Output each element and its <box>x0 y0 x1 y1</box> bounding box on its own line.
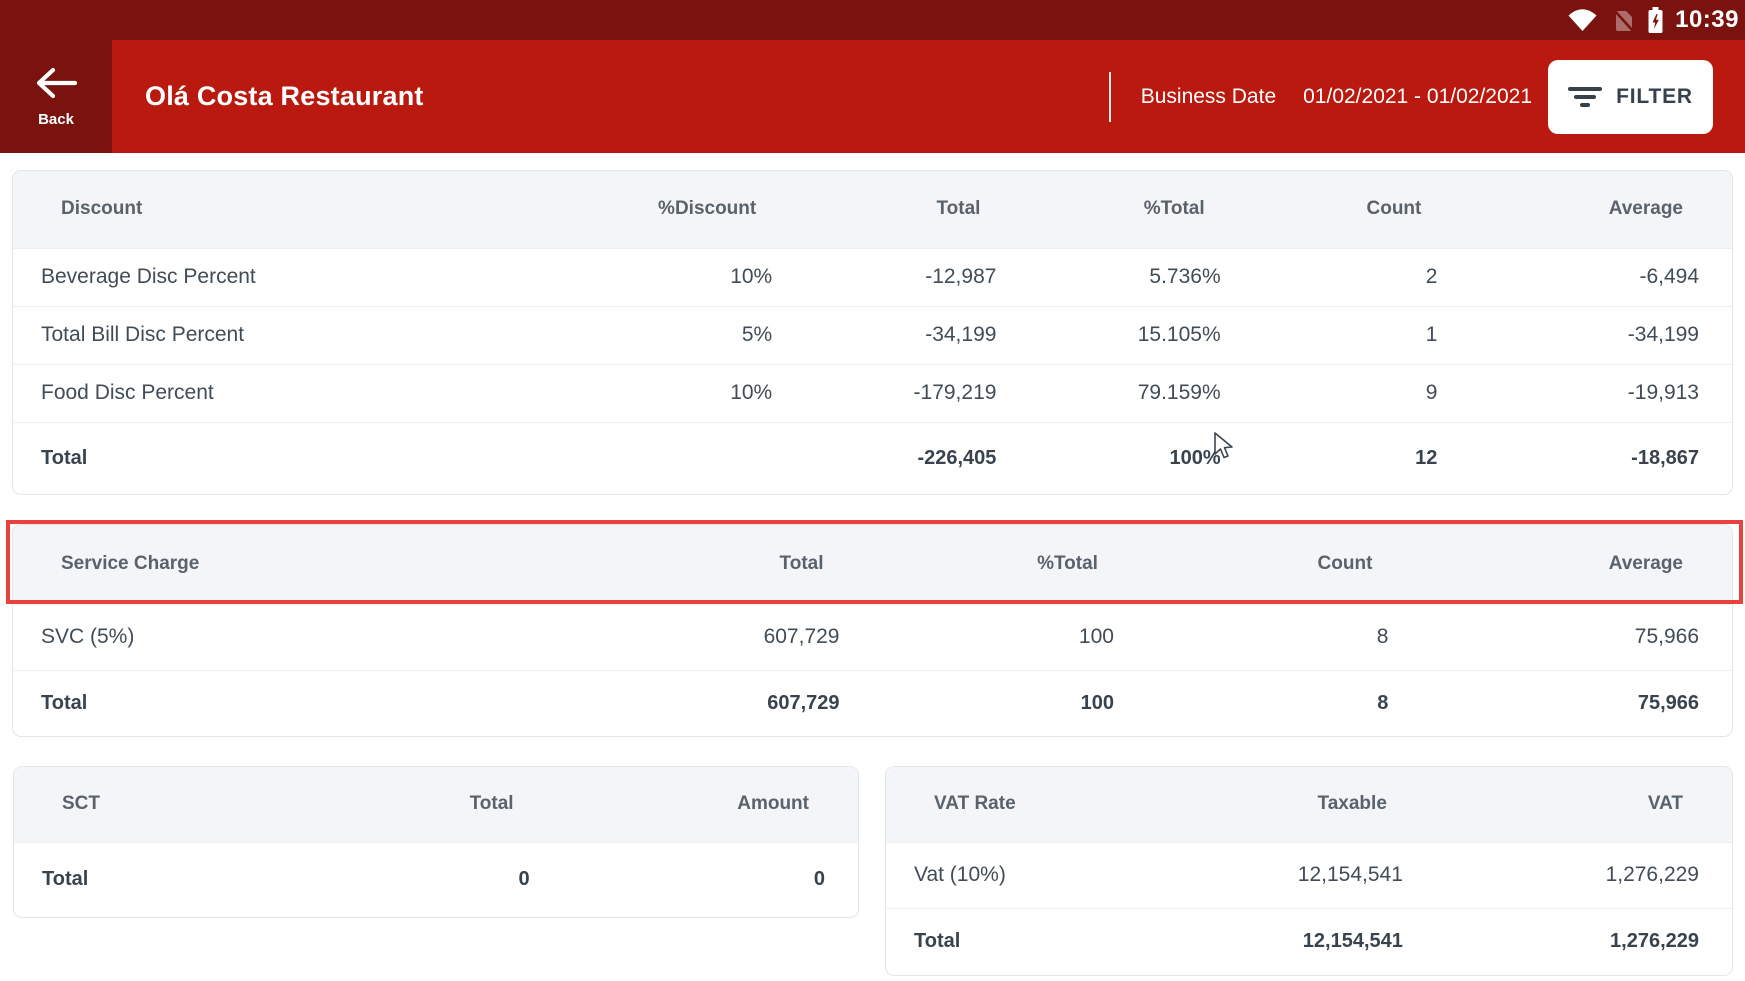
header-row: Discount%DiscountTotal%TotalCountAverage <box>13 171 1732 248</box>
cell: Total <box>13 422 581 494</box>
service-charge-table-card: Service ChargeTotal%TotalCountAverageSVC… <box>12 524 1733 737</box>
cell: 1,276,229 <box>1436 908 1732 975</box>
cell <box>581 422 805 494</box>
column-header: Total <box>352 767 563 842</box>
cell: 8 <box>1147 604 1421 670</box>
cell: 79.159% <box>1029 364 1253 422</box>
column-header: Average <box>1421 525 1732 604</box>
cell: 100 <box>873 604 1147 670</box>
cell: 1 <box>1254 306 1471 364</box>
service-charge-table: Service ChargeTotal%TotalCountAverageSVC… <box>13 525 1732 736</box>
business-date-label: Business Date <box>1141 85 1276 109</box>
table-row: Vat (10%)12,154,5411,276,229 <box>886 842 1732 908</box>
total-row: Total607,729100875,966 <box>13 670 1732 736</box>
column-header: %Discount <box>581 171 805 248</box>
column-header: Taxable <box>1182 767 1436 842</box>
header-row: SCTTotalAmount <box>14 767 858 842</box>
business-date-value: 01/02/2021 - 01/02/2021 <box>1303 85 1532 109</box>
app-screen: 10:39 Back Olá Costa Restaurant Business… <box>0 0 1745 981</box>
cell: 8 <box>1147 670 1421 736</box>
cell: 75,966 <box>1421 604 1732 670</box>
total-row: Total12,154,5411,276,229 <box>886 908 1732 975</box>
sim-off-icon <box>1609 7 1636 34</box>
table-row: Food Disc Percent10%-179,21979.159%9-19,… <box>13 364 1732 422</box>
cell: 2 <box>1254 248 1471 306</box>
cell: -226,405 <box>805 422 1029 494</box>
header-row: VAT RateTaxableVAT <box>886 767 1732 842</box>
column-header: SCT <box>14 767 352 842</box>
cell: 12,154,541 <box>1182 842 1436 908</box>
cell: -34,199 <box>805 306 1029 364</box>
column-header: Discount <box>13 171 581 248</box>
status-bar: 10:39 <box>0 0 1745 40</box>
column-header: Total <box>591 525 873 604</box>
cell: -179,219 <box>805 364 1029 422</box>
header-divider <box>1109 72 1111 122</box>
cell: 15.105% <box>1029 306 1253 364</box>
cell: Beverage Disc Percent <box>13 248 581 306</box>
battery-charging-icon <box>1647 6 1664 34</box>
column-header: Average <box>1470 171 1732 248</box>
cell: -19,913 <box>1470 364 1732 422</box>
cell: 75,966 <box>1421 670 1732 736</box>
cell: Total <box>13 670 591 736</box>
app-bar-main: Olá Costa Restaurant Business Date 01/02… <box>112 40 1745 153</box>
page-title: Olá Costa Restaurant <box>145 81 424 112</box>
cell: 5.736% <box>1029 248 1253 306</box>
cell: 100% <box>1029 422 1253 494</box>
total-row: Total00 <box>14 842 858 917</box>
cell: 9 <box>1254 364 1471 422</box>
column-header: %Total <box>1029 171 1253 248</box>
cell: 12 <box>1254 422 1471 494</box>
cell: 0 <box>352 842 563 917</box>
cell: -12,987 <box>805 248 1029 306</box>
wifi-icon <box>1567 7 1598 33</box>
cell: Total <box>14 842 352 917</box>
column-header: VAT <box>1436 767 1732 842</box>
column-header: Total <box>805 171 1029 248</box>
cell: 0 <box>563 842 858 917</box>
filter-button[interactable]: FILTER <box>1548 60 1713 134</box>
total-row: Total -226,405100%12-18,867 <box>13 422 1732 494</box>
column-header: %Total <box>873 525 1147 604</box>
table-row: SVC (5%)607,729100875,966 <box>13 604 1732 670</box>
column-header: Count <box>1254 171 1471 248</box>
cell: Total <box>886 908 1182 975</box>
cell: Total Bill Disc Percent <box>13 306 581 364</box>
column-header: Amount <box>563 767 858 842</box>
header-row: Service ChargeTotal%TotalCountAverage <box>13 525 1732 604</box>
cell: 607,729 <box>591 670 873 736</box>
column-header: Count <box>1147 525 1421 604</box>
sct-table: SCTTotalAmountTotal00 <box>14 767 858 917</box>
cell: 607,729 <box>591 604 873 670</box>
column-header: VAT Rate <box>886 767 1182 842</box>
cell: 12,154,541 <box>1182 908 1436 975</box>
cell: -18,867 <box>1470 422 1732 494</box>
cell: Vat (10%) <box>886 842 1182 908</box>
back-button[interactable]: Back <box>0 40 112 153</box>
cell: -6,494 <box>1470 248 1732 306</box>
cell: SVC (5%) <box>13 604 591 670</box>
sct-table-card: SCTTotalAmountTotal00 <box>13 766 859 918</box>
cell: -34,199 <box>1470 306 1732 364</box>
clock: 10:39 <box>1675 8 1739 32</box>
back-arrow-icon <box>33 66 79 100</box>
filter-label: FILTER <box>1616 85 1693 109</box>
cell: 5% <box>581 306 805 364</box>
discount-table-card: Discount%DiscountTotal%TotalCountAverage… <box>12 170 1733 495</box>
back-label: Back <box>38 112 74 127</box>
vat-table-card: VAT RateTaxableVATVat (10%)12,154,5411,2… <box>885 766 1733 976</box>
cell: 100 <box>873 670 1147 736</box>
discount-table: Discount%DiscountTotal%TotalCountAverage… <box>13 171 1732 494</box>
filter-icon <box>1568 84 1602 110</box>
table-row: Total Bill Disc Percent5%-34,19915.105%1… <box>13 306 1732 364</box>
cell: 10% <box>581 364 805 422</box>
cell: Food Disc Percent <box>13 364 581 422</box>
cell: 10% <box>581 248 805 306</box>
column-header: Service Charge <box>13 525 591 604</box>
app-bar: Back Olá Costa Restaurant Business Date … <box>0 40 1745 153</box>
cell: 1,276,229 <box>1436 842 1732 908</box>
vat-table: VAT RateTaxableVATVat (10%)12,154,5411,2… <box>886 767 1732 975</box>
table-row: Beverage Disc Percent10%-12,9875.736%2-6… <box>13 248 1732 306</box>
